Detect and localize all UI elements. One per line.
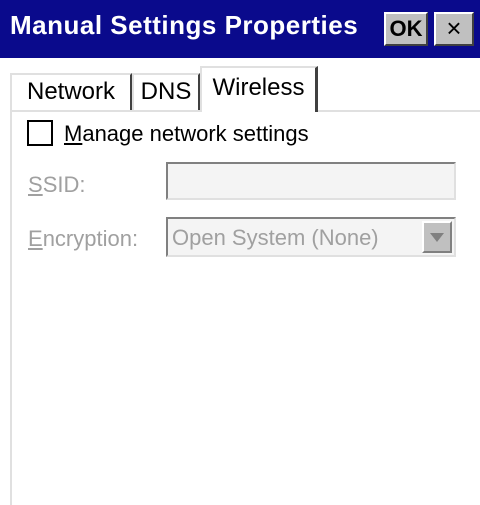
manage-network-checkbox[interactable]: [27, 120, 53, 146]
ssid-label: SSID:: [28, 172, 85, 198]
tab-wireless[interactable]: Wireless: [200, 66, 318, 112]
ssid-mnemonic: S: [28, 172, 43, 197]
ok-button[interactable]: OK: [384, 12, 428, 46]
manage-mnemonic: M: [64, 121, 83, 146]
tab-dns[interactable]: DNS: [132, 73, 200, 111]
close-button[interactable]: ×: [434, 12, 474, 46]
manage-network-label[interactable]: Manage network settings: [64, 121, 309, 147]
tab-panel-left-border: [10, 110, 12, 505]
tab-strip: Network DNS Wireless: [0, 58, 480, 112]
encryption-dropdown-button[interactable]: [422, 221, 452, 253]
title-bar: Manual Settings Properties OK ×: [0, 0, 480, 58]
manage-label-rest: anage network settings: [82, 121, 309, 146]
ssid-label-rest: SID:: [42, 172, 86, 197]
encryption-label: Encryption:: [28, 226, 138, 252]
chevron-down-icon: [430, 233, 444, 242]
encryption-label-rest: ncryption:: [42, 226, 139, 251]
ssid-input[interactable]: [166, 162, 456, 200]
encryption-select[interactable]: Open System (None): [166, 217, 456, 257]
window-title: Manual Settings Properties: [10, 10, 359, 40]
tab-network[interactable]: Network: [10, 73, 132, 111]
encryption-mnemonic: E: [28, 226, 43, 251]
encryption-value: Open System (None): [172, 225, 379, 250]
